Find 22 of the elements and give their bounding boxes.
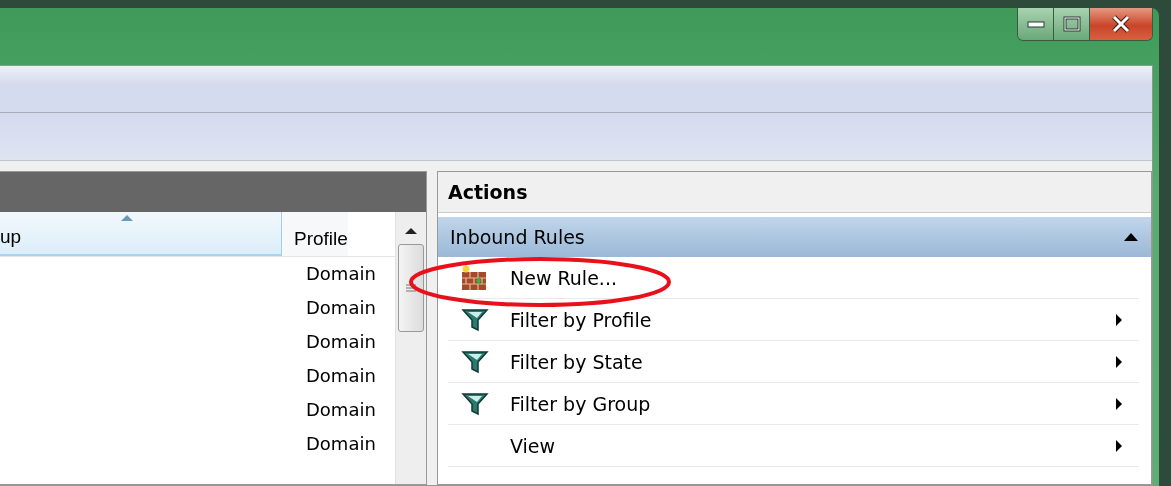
close-button[interactable] [1090,8,1152,40]
scroll-up-icon[interactable] [404,226,418,236]
table-cell-text: Domain [305,398,376,422]
maximize-button[interactable] [1054,8,1090,40]
close-icon [1111,15,1131,33]
table-cell-text: Domain [305,364,376,388]
collapse-arrow-icon [1123,232,1139,242]
column-header[interactable]: up [0,212,282,256]
scrollbar[interactable] [395,212,426,484]
scroll-thumb[interactable] [398,244,424,332]
firewall-rule-icon [460,263,492,292]
table-cell-text: Domain [305,262,376,286]
table-cell-text: Domain [305,296,376,320]
sort-arrow-icon [120,214,134,222]
section-header[interactable]: Inbound Rules [438,217,1151,257]
table-cell-text: Domain [305,330,376,354]
panel-title: Actions [438,172,1151,213]
minimize-icon [1026,20,1045,28]
column-header[interactable]: Profile [282,212,348,256]
maximize-icon [1062,16,1081,32]
table-cell-text: Domain [305,432,376,456]
minimize-button[interactable] [1018,8,1054,40]
